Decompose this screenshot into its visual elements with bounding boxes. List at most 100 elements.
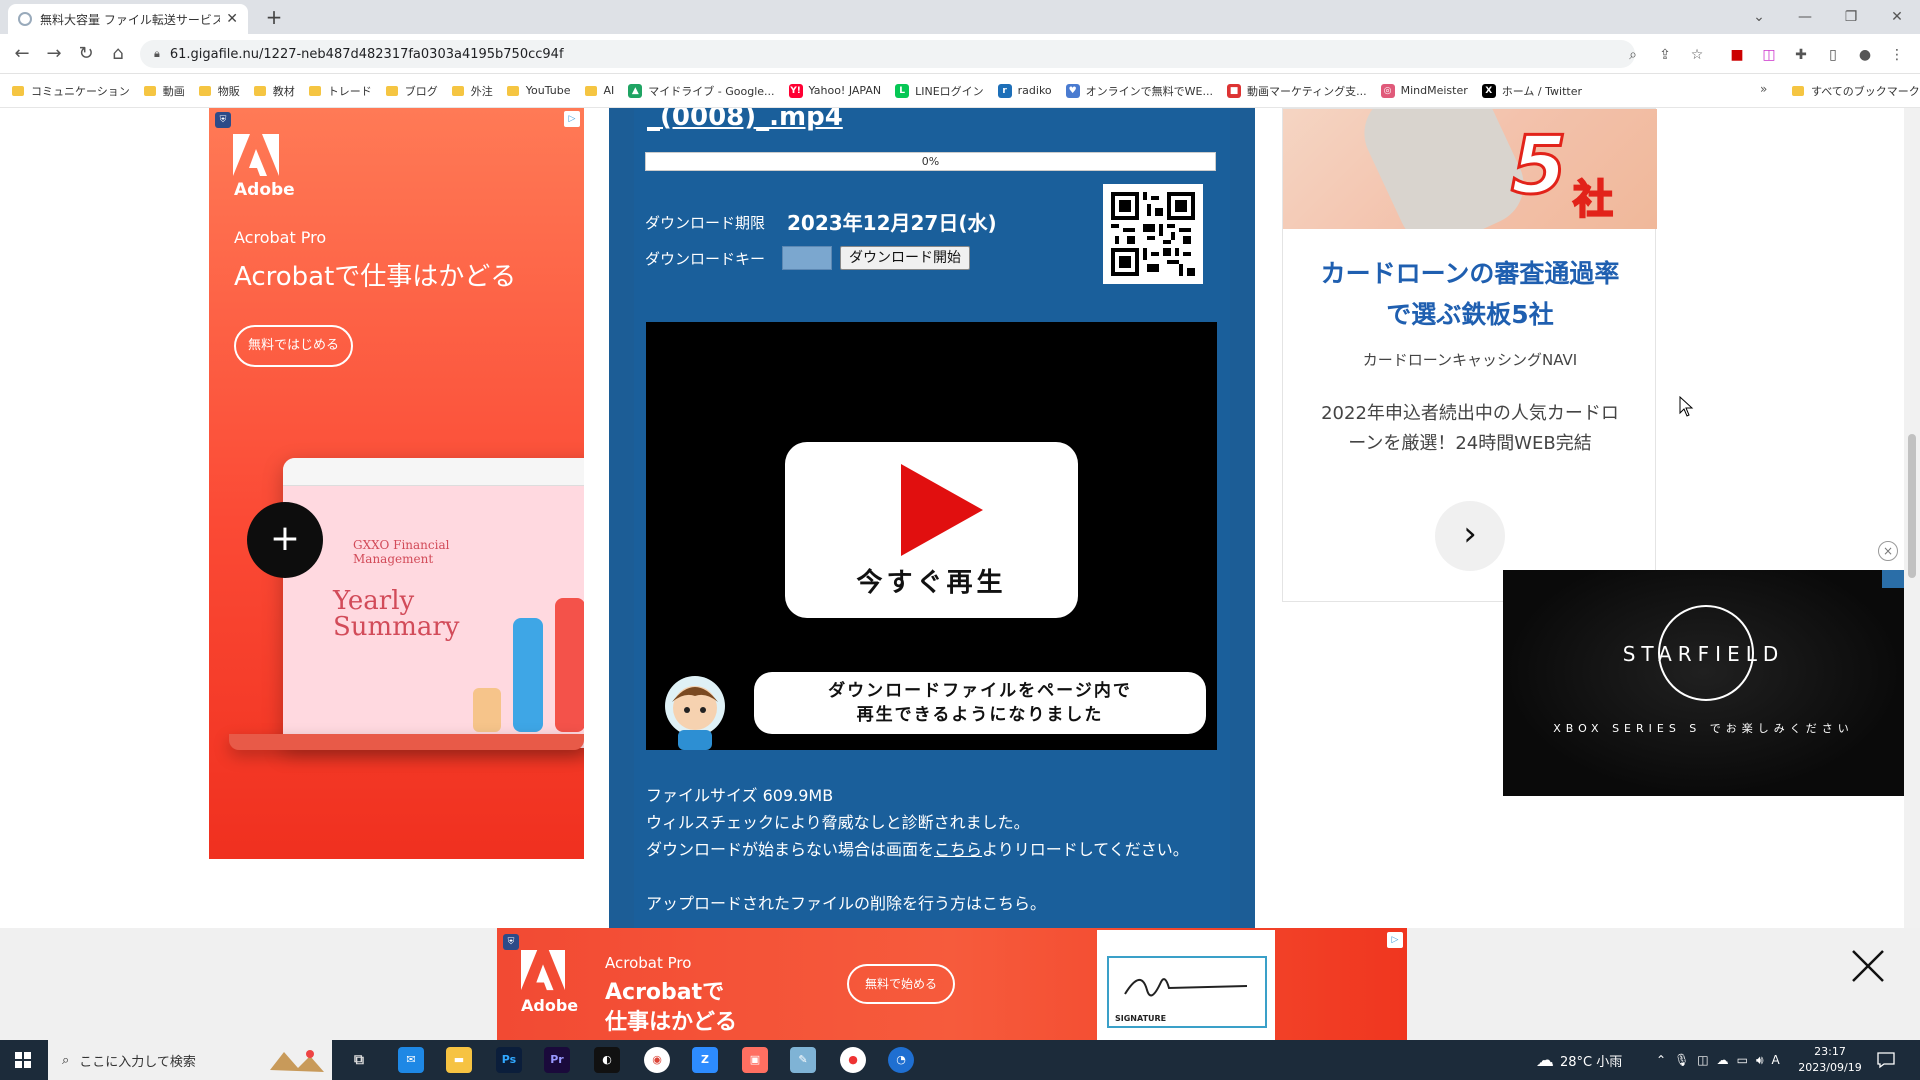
bookmark-item[interactable]: ブログ (385, 83, 438, 99)
minimize-button[interactable]: — (1782, 2, 1828, 32)
bookmark-item[interactable]: 教材 (253, 83, 295, 99)
notes-app-icon[interactable]: ✎ (790, 1047, 816, 1073)
microphone-icon[interactable]: 🎙︎ (1674, 1053, 1689, 1067)
photoshop-icon[interactable]: Ps (496, 1047, 522, 1073)
card-loan-headline[interactable]: カードローンの審査通過率 で選ぶ鉄板5社 (1283, 253, 1657, 335)
mail-app-icon[interactable]: ✉ (398, 1047, 424, 1073)
bookmark-item[interactable]: 外注 (451, 83, 493, 99)
bookmark-item[interactable]: 動画 (143, 83, 185, 99)
starfield-video-ad[interactable]: STARFIELD XBOX SERIES S でお楽しみください (1503, 570, 1904, 796)
lock-icon[interactable]: 🔒︎ (154, 47, 160, 61)
bookmark-item[interactable]: X ホーム / Twitter (1481, 83, 1582, 99)
adobe-sticky-ad[interactable]: ⛨ ▷ Adobe Acrobat Pro Acrobatで 仕事はかどる 無料… (497, 928, 1407, 1040)
extensions-puzzle-icon[interactable]: ✚ (1790, 44, 1812, 66)
browser-app-icon[interactable]: ◔ (888, 1047, 914, 1073)
windows-start-icon[interactable] (0, 1040, 46, 1080)
task-view-icon[interactable]: ⧉ (346, 1047, 372, 1073)
ime-indicator[interactable]: A (1772, 1053, 1780, 1067)
forward-arrow-icon[interactable]: → (40, 40, 68, 68)
side-panel-icon[interactable]: ▯ (1822, 44, 1844, 66)
bookmarks-more-icon[interactable]: » (1760, 82, 1767, 96)
premiere-icon[interactable]: Pr (544, 1047, 570, 1073)
app-toolbar-illustration (283, 458, 584, 486)
sticky-ad-close-icon[interactable] (1848, 946, 1888, 986)
menu-kebab-icon[interactable]: ⋮ (1886, 44, 1908, 66)
tab-close-icon[interactable]: ✕ (226, 11, 238, 27)
taskbar-clock[interactable]: 23:17 2023/09/19 (1798, 1044, 1862, 1076)
sticky-headline-line-1: Acrobatで (605, 980, 725, 1005)
card-loan-banner[interactable]: 5 社 (1283, 109, 1657, 229)
chevron-right-icon[interactable]: › (1435, 501, 1505, 571)
x-bookmark-icon: X (1481, 83, 1496, 98)
game-app-icon[interactable]: ● (840, 1047, 866, 1073)
folder-icon (1792, 86, 1804, 96)
bookmark-item[interactable]: L LINEログイン (895, 83, 984, 99)
download-start-button[interactable]: ダウンロード開始 (840, 246, 970, 270)
share-icon[interactable]: ⇪ (1654, 44, 1676, 66)
bookmark-item[interactable]: YouTube (506, 84, 571, 97)
play-now-card[interactable]: 今すぐ再生 (785, 442, 1078, 618)
file-name-link[interactable]: _(0008)_.mp4 (647, 108, 843, 132)
page-scrollbar[interactable] (1904, 108, 1920, 930)
laptop-title: Yearly Summary (333, 588, 459, 640)
float-ad-close-icon[interactable]: × (1878, 541, 1898, 561)
tab-active[interactable]: 無料大容量 ファイル転送サービス GigaFile ✕ (8, 4, 248, 34)
bookmark-item[interactable]: コミュニケーション (12, 83, 130, 99)
bookmark-item[interactable]: トレード (308, 83, 372, 99)
video-preview[interactable]: 今すぐ再生 ダウンロードファイルをページ内で 再生できるようになりました (646, 322, 1217, 750)
taskbar-search-box[interactable]: ⌕ ここに入力して検索 (48, 1040, 332, 1080)
close-window-button[interactable]: ✕ (1874, 2, 1920, 32)
card-loan-ad[interactable]: 5 社 カードローンの審査通過率 で選ぶ鉄板5社 カードローンキャッシングNAV… (1282, 108, 1657, 602)
bookmark-item[interactable]: AI (584, 84, 614, 97)
chrome-icon[interactable]: ◉ (644, 1047, 670, 1073)
ad-shield-icon[interactable]: ⛨ (215, 112, 231, 128)
bookmark-item[interactable]: ◎ MindMeister (1380, 83, 1468, 98)
reload-link[interactable]: こちら (934, 840, 982, 859)
download-key-input[interactable] (782, 246, 832, 270)
adchoices-icon[interactable]: ▷ (1387, 932, 1403, 948)
bookmark-item[interactable]: r radiko (997, 83, 1052, 98)
file-explorer-icon[interactable]: ▬ (446, 1047, 472, 1073)
plus-button[interactable]: + (247, 502, 323, 578)
home-icon[interactable]: ⌂ (104, 40, 132, 68)
back-arrow-icon[interactable]: ← (8, 40, 36, 68)
all-bookmarks-folder[interactable]: すべてのブックマーク (1792, 74, 1920, 108)
profile-avatar-icon[interactable]: ● (1854, 44, 1876, 66)
ad-shield-icon[interactable]: ⛨ (503, 934, 519, 950)
new-tab-button[interactable]: + (260, 4, 288, 32)
bookmark-item[interactable]: ♥ オンラインで無料でWE... (1065, 83, 1213, 99)
ad-badge-icon[interactable] (1882, 570, 1904, 588)
bookmark-label: マイドライブ - Google... (648, 84, 775, 98)
restore-button[interactable]: ❐ (1828, 2, 1874, 32)
onedrive-icon[interactable]: ☁ (1717, 1053, 1729, 1067)
tray-chevron-icon[interactable]: ⌃ (1656, 1053, 1666, 1067)
extension-copy-icon[interactable]: ◫ (1758, 44, 1780, 66)
zoom-icon[interactable]: ⌕ (1622, 44, 1644, 66)
volume-icon[interactable]: 🔊︎ (1756, 1053, 1764, 1068)
acrobat-extension-icon[interactable]: ■ (1726, 44, 1748, 66)
radiko-bookmark-icon: r (997, 83, 1012, 98)
weather-widget[interactable]: ☁ 28°C 小雨 (1536, 1040, 1622, 1080)
network-icon[interactable]: ▭ (1737, 1053, 1748, 1067)
tray-device-icon[interactable]: ◫ (1697, 1053, 1708, 1067)
address-bar[interactable]: 🔒︎ 61.gigafile.nu/1227-neb487d482317fa03… (140, 40, 1635, 68)
ad-cta-button[interactable]: 無料ではじめる (234, 325, 354, 367)
sticky-cta-button[interactable]: 無料で始める (847, 964, 956, 1004)
davinci-app-icon[interactable]: ◐ (594, 1047, 620, 1073)
bookmark-item[interactable]: ■ 動画マーケティング支... (1227, 83, 1367, 99)
bookmark-star-icon[interactable]: ☆ (1686, 44, 1708, 66)
tab-search-chevron-icon[interactable]: ⌄ (1736, 2, 1782, 32)
reload-icon[interactable]: ↻ (72, 40, 100, 68)
play-icon[interactable] (901, 464, 983, 556)
bookmark-item[interactable]: 物販 (198, 83, 240, 99)
folder-icon (308, 85, 321, 96)
zoom-app-icon[interactable]: Z (692, 1047, 718, 1073)
adobe-side-ad[interactable]: ⛨ ▷ Adobe Acrobat Pro Acrobatで仕事はかどる 無料で… (209, 108, 584, 859)
adchoices-icon[interactable]: ▷ (564, 111, 580, 127)
photos-app-icon[interactable]: ▣ (742, 1047, 768, 1073)
bookmark-item[interactable]: Y! Yahoo! JAPAN (788, 83, 881, 98)
bookmark-item[interactable]: ▲ マイドライブ - Google... (628, 83, 775, 99)
scrollbar-thumb[interactable] (1908, 434, 1916, 578)
delete-file-note[interactable]: アップロードされたファイルの削除を行う方はこちら。 (646, 890, 1046, 914)
notification-icon[interactable] (1876, 1050, 1896, 1070)
